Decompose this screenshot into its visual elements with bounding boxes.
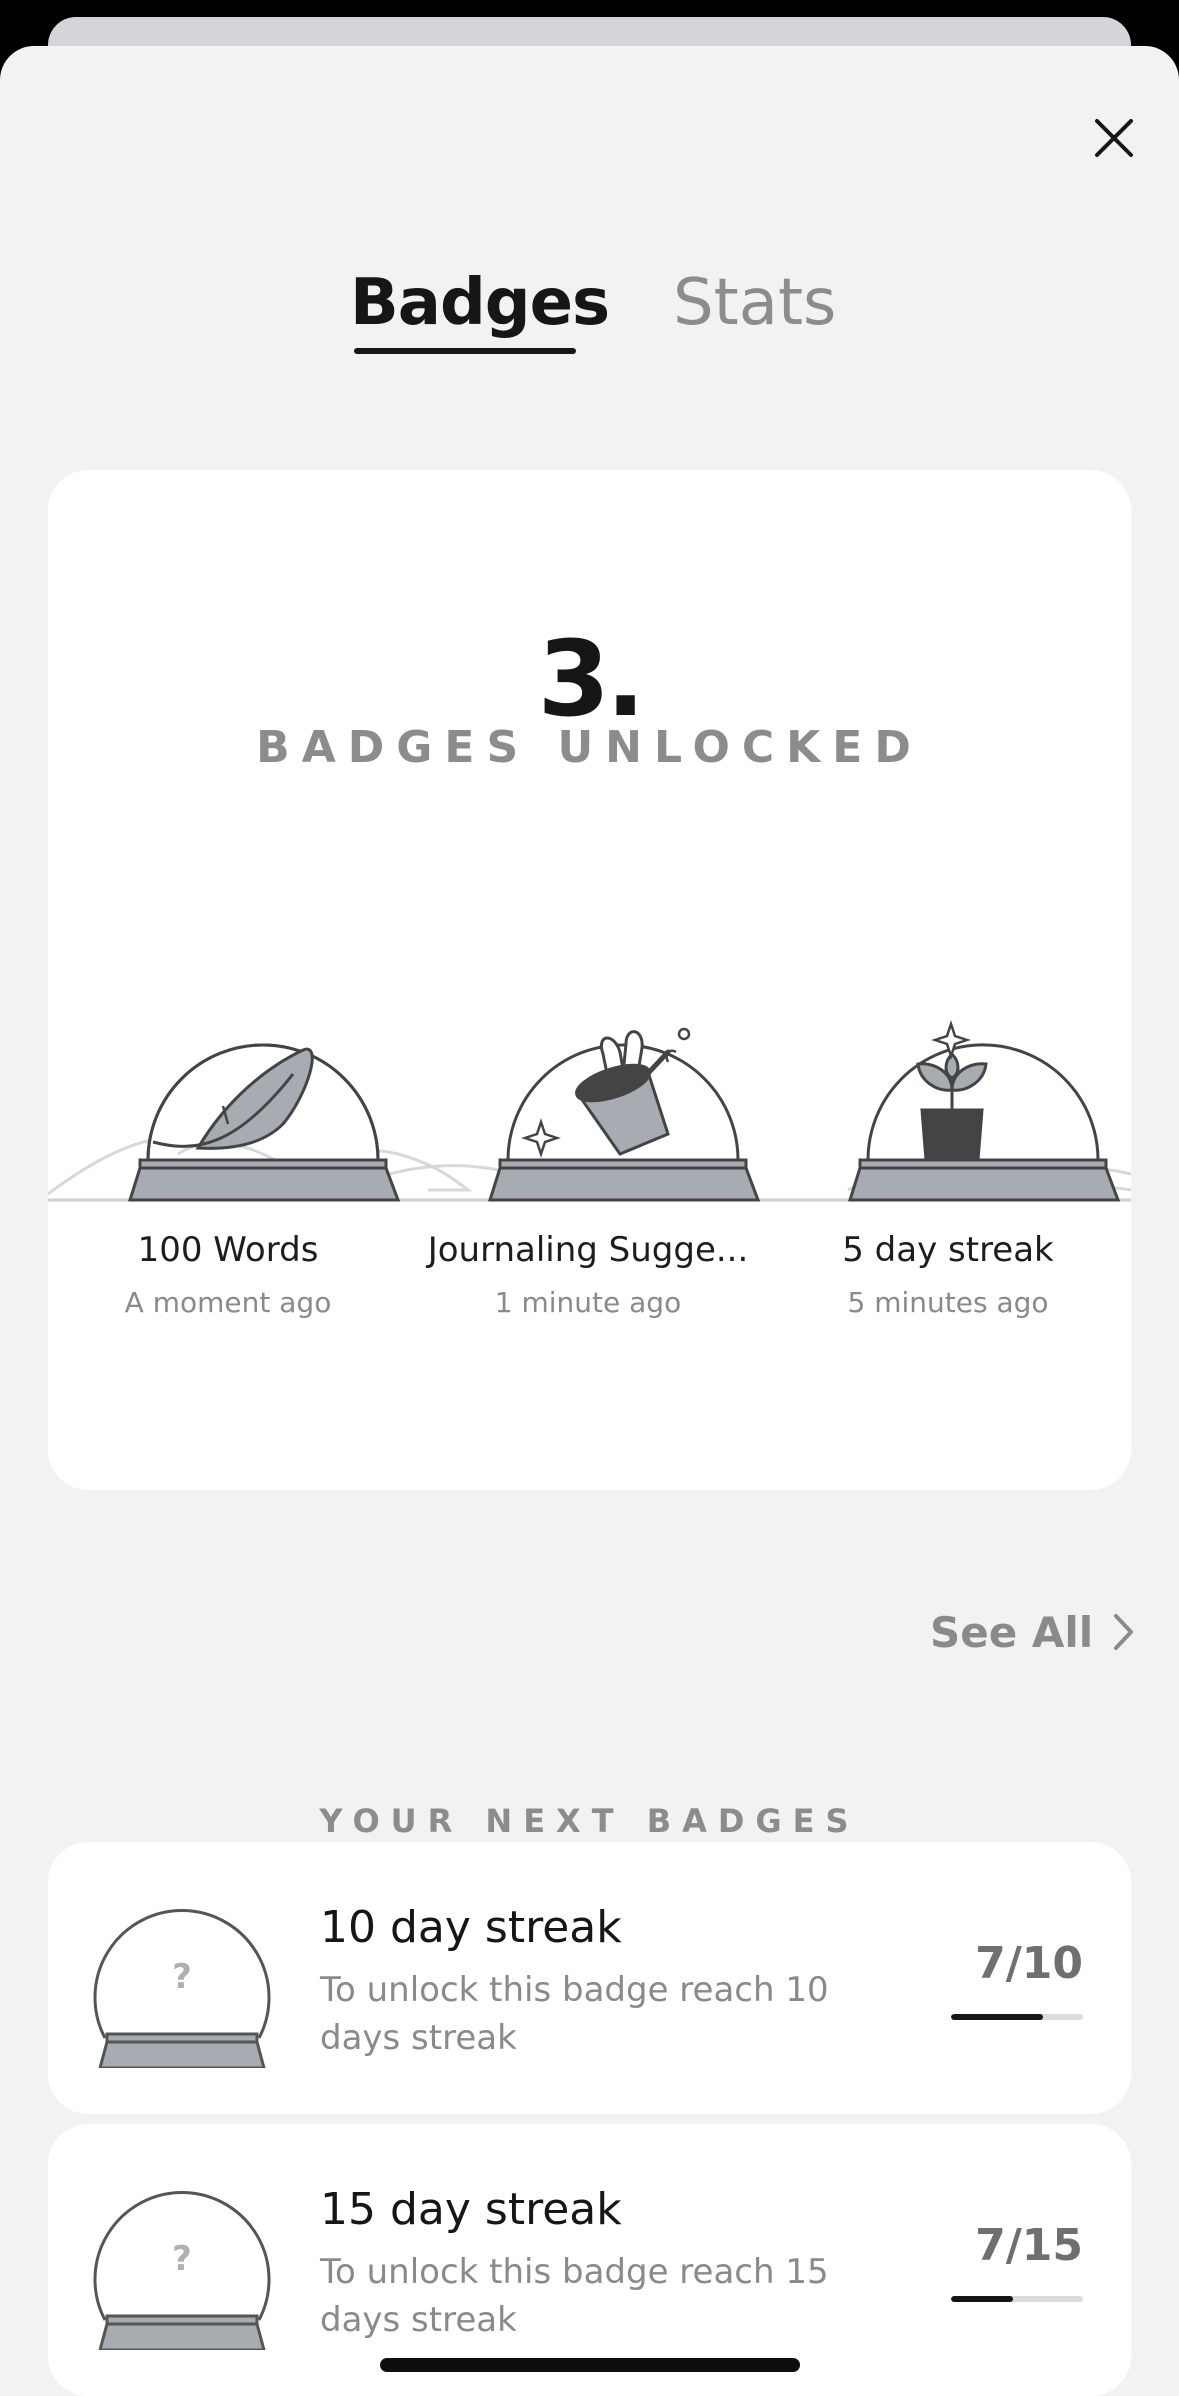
question-mark: ? [172,1957,192,1997]
next-badge-progress-text: 7/15 [975,2220,1083,2271]
progress-fill [951,2014,1044,2020]
next-badge-card[interactable]: ? 10 day streak To unlock this badge rea… [48,1842,1131,2114]
plant-badge [847,1020,1121,1202]
feather-badge [127,1043,401,1202]
unlocked-badges-card[interactable]: 3. BADGES UNLOCKED 100 Words A moment ag… [48,470,1131,1490]
next-badge-title: 10 day streak [320,1902,622,1953]
progress-bar [951,2296,1083,2302]
badge-item[interactable]: Journaling Sugge... 1 minute ago [408,1230,768,1319]
next-badge-description: To unlock this badge reach 15 days strea… [320,2252,829,2340]
locked-badge-icon: ? [93,1909,271,2068]
next-badge-card[interactable]: ? 15 day streak To unlock this badge rea… [48,2124,1131,2396]
close-icon [1095,119,1133,157]
badge-shelf-illustration [48,1020,1131,1202]
question-mark: ? [172,2239,192,2279]
close-button[interactable] [1082,106,1146,170]
badge-item[interactable]: 100 Words A moment ago [48,1230,408,1319]
progress-fill [951,2296,1013,2302]
badge-item[interactable]: 5 day streak 5 minutes ago [768,1230,1128,1319]
see-all-label: See All [930,1607,1094,1657]
tab-badges[interactable]: Badges [350,266,610,340]
next-badge-title: 15 day streak [320,2184,622,2235]
badge-time: 1 minute ago [494,1286,682,1319]
locked-badge-icon: ? [93,2191,271,2350]
tab-stats[interactable]: Stats [673,266,836,340]
badge-title: 100 Words [137,1230,319,1270]
badge-time: 5 minutes ago [847,1286,1049,1319]
chevron-right-icon [1114,1614,1134,1650]
badge-title: Journaling Sugge... [427,1230,749,1270]
progress-bar [951,2014,1083,2020]
badge-time: A moment ago [124,1286,332,1319]
next-badge-description: To unlock this badge reach 10 days strea… [320,1970,829,2058]
tab-bar: Badges Stats [0,266,1179,376]
badges-sheet: Badges Stats 3. BADGES UNLOCKED 100 Word… [0,46,1179,2396]
badge-title: 5 day streak [842,1230,1054,1270]
home-indicator[interactable] [380,2358,800,2372]
magic-hat-badge [487,1027,761,1202]
unlocked-label: BADGES UNLOCKED [256,722,923,773]
active-tab-indicator [354,348,576,354]
next-badge-progress-text: 7/10 [975,1938,1083,1989]
see-all-button[interactable]: See All [930,1604,1135,1660]
next-badges-heading: YOUR NEXT BADGES [319,1802,860,1840]
